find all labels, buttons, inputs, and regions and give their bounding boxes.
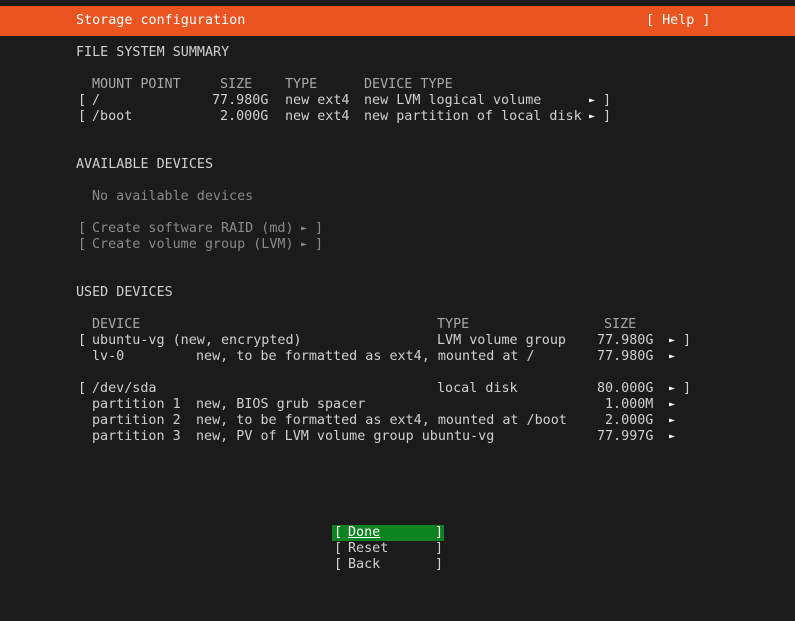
fs-summary-heading: FILE SYSTEM SUMMARY bbox=[76, 45, 230, 60]
col-type: TYPE bbox=[285, 77, 318, 92]
col-device-type: DEVICE TYPE bbox=[364, 77, 453, 92]
size-value: 2.000G bbox=[605, 413, 654, 428]
arrow-right-icon[interactable]: ► bbox=[589, 93, 595, 109]
reset-button[interactable]: [ Reset ] bbox=[332, 541, 444, 557]
button-open-bracket: [ bbox=[334, 557, 343, 572]
col-size: SIZE bbox=[604, 317, 637, 332]
device-name: ubuntu-vg (new, encrypted) bbox=[92, 333, 302, 348]
action-label: Create software RAID (md) bbox=[92, 221, 294, 236]
arrow-right-icon[interactable]: ► bbox=[669, 349, 675, 365]
done-button[interactable]: [ Done ] bbox=[332, 525, 444, 541]
size-value: 77.980G bbox=[597, 349, 654, 364]
size-value: 77.980G bbox=[212, 93, 269, 108]
size-value: 2.000G bbox=[220, 109, 269, 124]
arrow-right-icon[interactable]: ► bbox=[669, 413, 675, 429]
device-name: partition 2 bbox=[92, 413, 181, 428]
fs-type: new ext4 bbox=[285, 109, 350, 124]
device-name: lv-0 bbox=[92, 349, 125, 364]
row-open-bracket: [ bbox=[78, 221, 87, 236]
arrow-right-icon[interactable]: ► bbox=[589, 109, 595, 125]
col-type: TYPE bbox=[437, 317, 470, 332]
row-close-bracket: ] bbox=[315, 221, 324, 236]
action-label: Create volume group (LVM) bbox=[92, 237, 294, 252]
row-close-bracket: ] bbox=[683, 333, 692, 348]
done-label-text: Done bbox=[348, 525, 381, 540]
device-desc: new, to be formatted as ext4, mounted at… bbox=[196, 349, 535, 364]
no-devices-text: No available devices bbox=[92, 189, 254, 204]
col-device: DEVICE bbox=[92, 317, 141, 332]
row-open-bracket: [ bbox=[78, 381, 87, 396]
row-close-bracket: ] bbox=[315, 237, 324, 252]
device-desc: new, to be formatted as ext4, mounted at… bbox=[196, 413, 567, 428]
arrow-right-icon[interactable]: ► bbox=[669, 429, 675, 445]
back-button[interactable]: [ Back ] bbox=[332, 557, 444, 573]
col-mount-point: MOUNT POINT bbox=[92, 77, 181, 92]
device-name: /dev/sda bbox=[92, 381, 157, 396]
arrow-right-icon[interactable]: ► bbox=[669, 381, 675, 397]
device-type: new partition of local disk bbox=[364, 109, 582, 124]
arrow-right-icon: ► bbox=[301, 223, 308, 234]
device-name: partition 3 bbox=[92, 429, 181, 444]
done-label: Done bbox=[348, 525, 380, 541]
button-close-bracket: ] bbox=[434, 557, 443, 572]
size-value: 77.997G bbox=[597, 429, 654, 444]
used-devices-heading: USED DEVICES bbox=[76, 285, 173, 300]
row-open-bracket: [ bbox=[78, 93, 87, 108]
size-value: 77.980G bbox=[597, 333, 654, 348]
arrow-right-icon: ► bbox=[301, 239, 308, 250]
device-type: local disk bbox=[437, 381, 518, 396]
mount-point: / bbox=[92, 93, 101, 108]
button-open-bracket: [ bbox=[334, 525, 343, 540]
button-close-bracket: ] bbox=[434, 525, 443, 540]
button-open-bracket: [ bbox=[334, 541, 343, 556]
device-desc: new, BIOS grub spacer bbox=[196, 397, 366, 412]
page-title: Storage configuration bbox=[76, 13, 246, 28]
device-desc: new, PV of LVM volume group ubuntu-vg bbox=[196, 429, 495, 444]
reset-label: Reset bbox=[348, 541, 389, 556]
device-type: new LVM logical volume bbox=[364, 93, 542, 108]
col-size: SIZE bbox=[220, 77, 253, 92]
header-bar: Storage configuration [ Help ] bbox=[0, 6, 795, 36]
fs-type: new ext4 bbox=[285, 93, 350, 108]
arrow-right-icon[interactable]: ► bbox=[669, 397, 675, 413]
row-close-bracket: ] bbox=[683, 381, 692, 396]
mount-point: /boot bbox=[92, 109, 133, 124]
size-value: 80.000G bbox=[597, 381, 654, 396]
available-devices-heading: AVAILABLE DEVICES bbox=[76, 157, 214, 172]
arrow-right-icon[interactable]: ► bbox=[669, 333, 675, 349]
button-close-bracket: ] bbox=[434, 541, 443, 556]
help-button[interactable]: [ Help ] bbox=[646, 13, 711, 29]
size-value: 1.000M bbox=[605, 397, 654, 412]
row-close-bracket: ] bbox=[603, 109, 612, 124]
row-close-bracket: ] bbox=[603, 93, 612, 108]
row-open-bracket: [ bbox=[78, 237, 87, 252]
row-open-bracket: [ bbox=[78, 333, 87, 348]
back-label: Back bbox=[348, 557, 381, 572]
device-name: partition 1 bbox=[92, 397, 181, 412]
row-open-bracket: [ bbox=[78, 109, 87, 124]
device-type: LVM volume group bbox=[437, 333, 566, 348]
